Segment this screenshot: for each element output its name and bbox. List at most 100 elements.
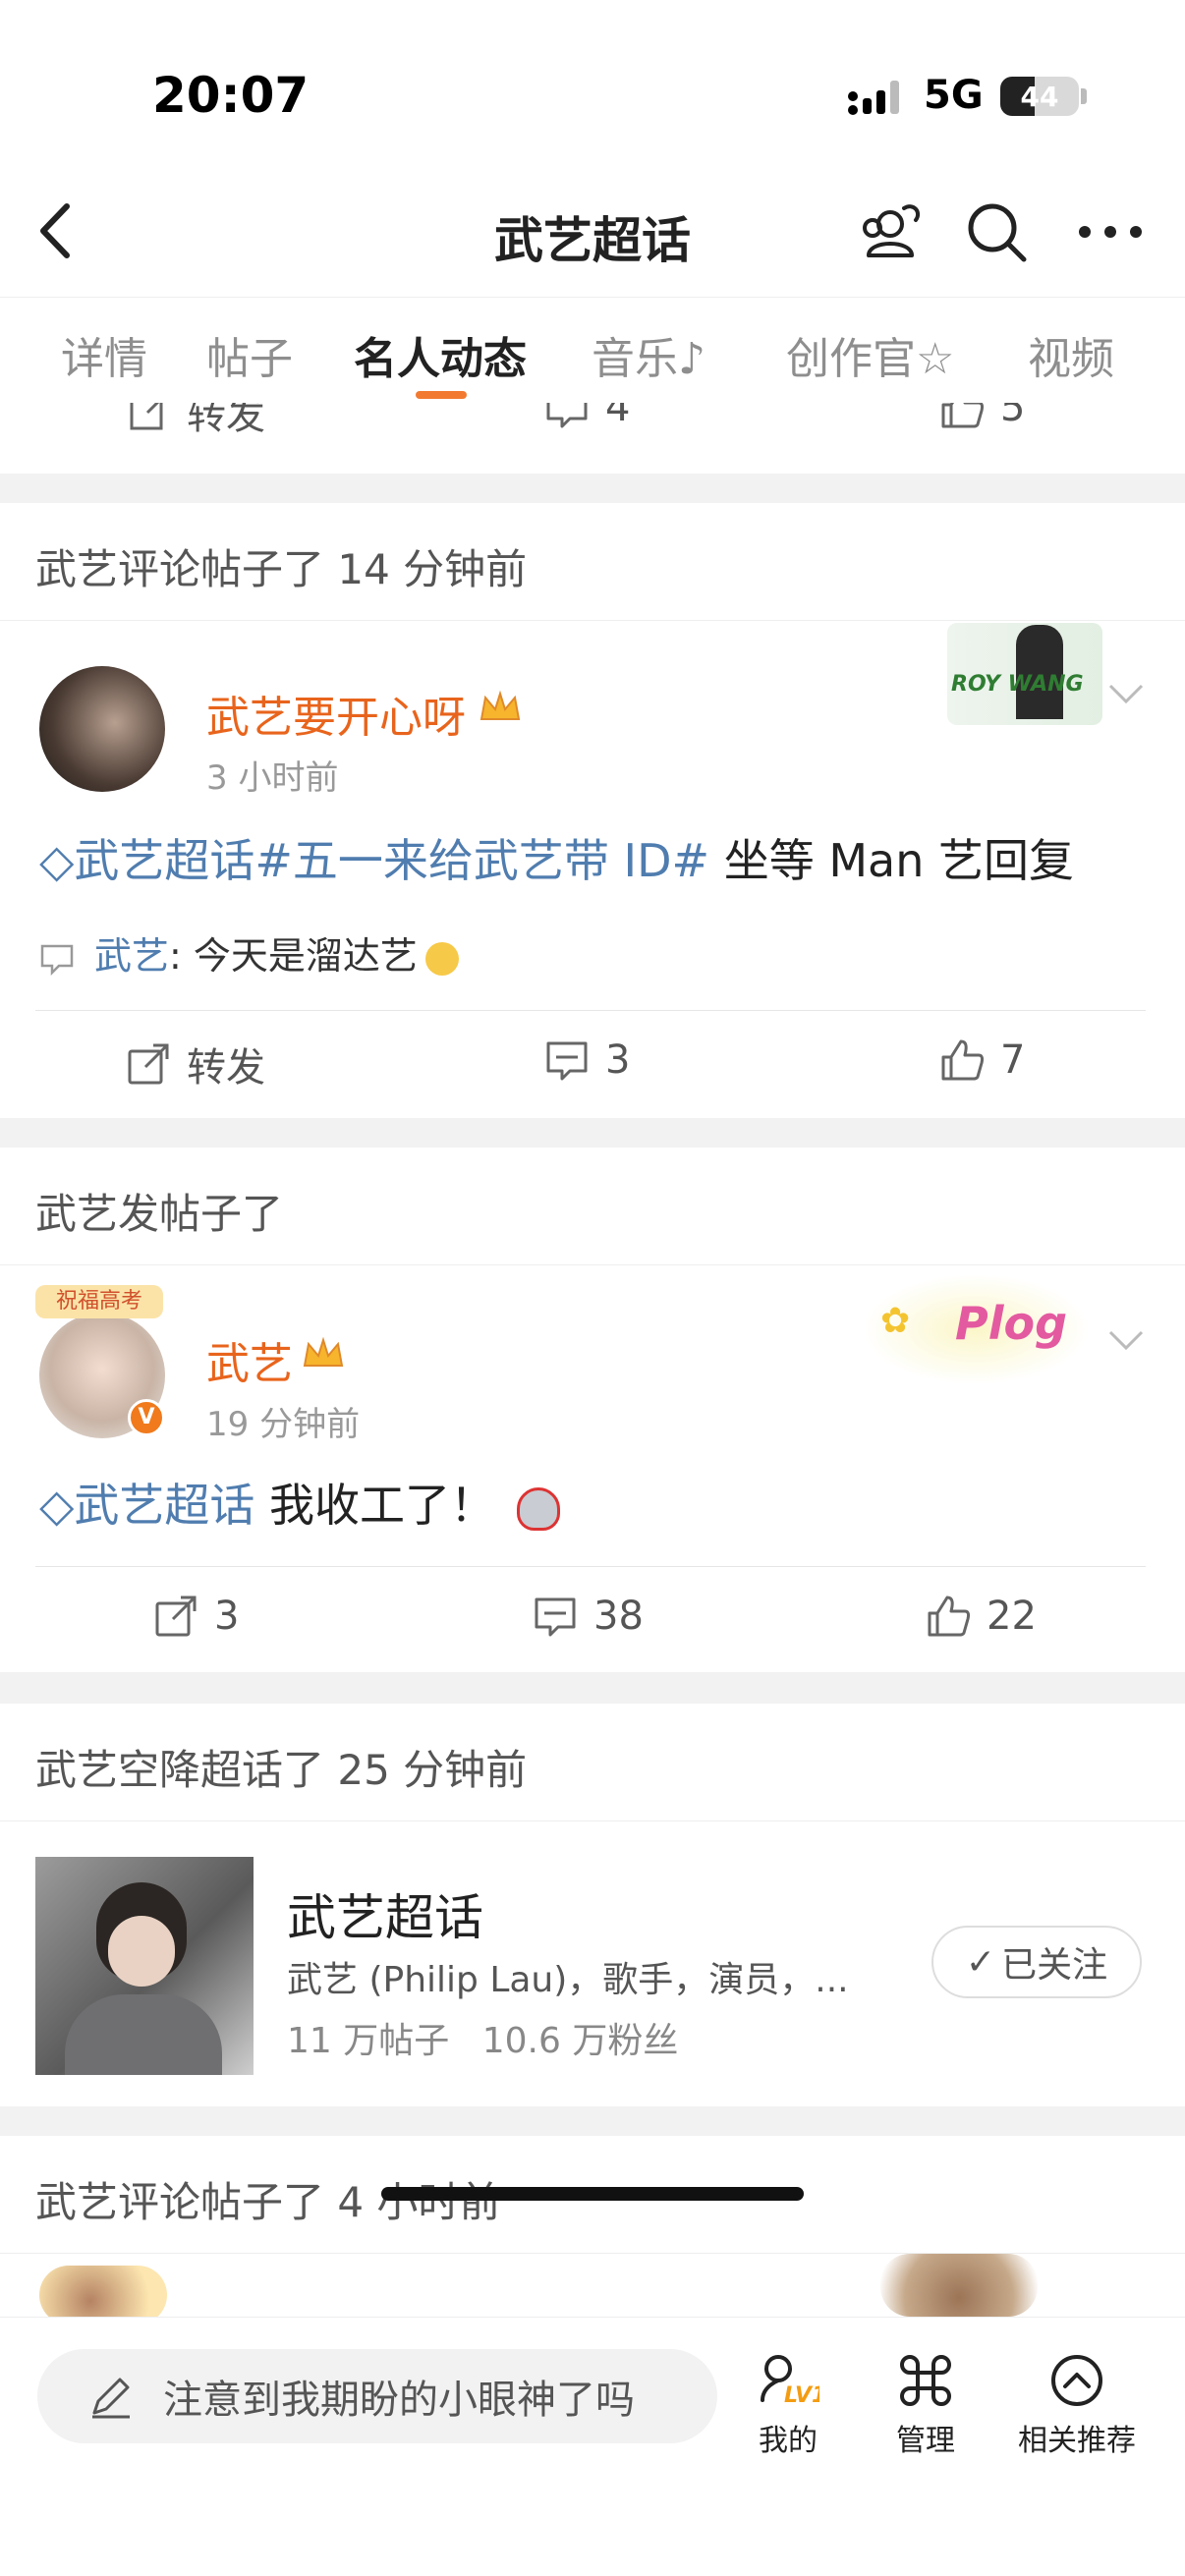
nav-recommend[interactable]: 相关推荐: [1018, 2351, 1136, 2459]
emoji-icon: [424, 941, 459, 976]
profile-level-icon: LV1: [761, 2355, 819, 2408]
compose-placeholder: 注意到我期盼的小眼神了吗: [163, 2378, 635, 2423]
post-time: 3 小时前: [206, 758, 339, 798]
card-badge: ✿ Plog: [865, 1275, 1087, 1383]
search-icon[interactable]: [959, 195, 1034, 269]
like-button[interactable]: 22: [924, 1592, 1037, 1641]
comment-count: 4: [605, 403, 631, 430]
follow-label: 已关注: [1001, 1945, 1108, 1986]
post-time: 19 分钟前: [206, 1405, 361, 1444]
tab-creator-label: 创作官: [786, 334, 916, 384]
comment-button[interactable]: 38: [531, 1592, 644, 1641]
post-username[interactable]: 武艺: [206, 1328, 293, 1391]
post-card[interactable]: [0, 2254, 1185, 2317]
status-bar: 20:07 5G 44: [0, 0, 1185, 167]
nav-manage-label: 管理: [896, 2424, 955, 2458]
crown-icon: [303, 1336, 344, 1367]
chevron-down-icon[interactable]: [1106, 682, 1146, 705]
repost-label: 转发: [187, 403, 265, 438]
post-username[interactable]: 武艺要开心呀: [206, 682, 466, 745]
top-nav: 武艺超话: [0, 167, 1185, 297]
tab-music-label: 音乐: [592, 334, 678, 384]
tab-details[interactable]: 详情: [61, 323, 147, 386]
pencil-icon: [92, 2378, 130, 2419]
crown-icon: [480, 690, 521, 720]
comment-user[interactable]: 武艺: [94, 934, 169, 978]
tab-posts[interactable]: 帖子: [206, 323, 293, 386]
comment-text: : 今天是溜达艺: [169, 934, 418, 978]
feed-section-header: 武艺空降超话了 25 分钟前: [0, 1704, 1185, 1821]
battery-icon: 44: [1000, 77, 1079, 116]
repost-button[interactable]: 3: [151, 1592, 239, 1641]
post-card[interactable]: 祝福高考 V 武艺 19 分钟前 ✿ Plog ◇武艺超话 我收工了！ 3 38…: [0, 1265, 1185, 1672]
section-title: 武艺发帖子了: [35, 1190, 284, 1238]
comment-button[interactable]: 4: [542, 403, 630, 432]
verified-icon: V: [128, 1399, 165, 1436]
fan-count: 10.6 万粉丝: [481, 2021, 679, 2061]
music-note-icon: ♪: [678, 334, 706, 384]
repost-count: 3: [214, 1594, 240, 1639]
feed-section-header: 武艺发帖子了: [0, 1148, 1185, 1265]
comment-button[interactable]: 3: [542, 1036, 630, 1085]
repost-icon: [128, 1043, 169, 1085]
repost-button[interactable]: 转发: [124, 403, 265, 440]
like-icon: [928, 1596, 971, 1637]
supertopic-name[interactable]: 武艺超话: [287, 1878, 483, 1949]
prev-post-actions: 转发 4 5: [0, 403, 1185, 474]
supertopic-thumbnail[interactable]: [35, 1857, 254, 2075]
chevron-up-circle-icon: [1051, 2355, 1102, 2406]
avatar[interactable]: [39, 666, 165, 792]
chevron-down-icon[interactable]: [1106, 1328, 1146, 1352]
repost-button[interactable]: 转发: [124, 1036, 265, 1092]
home-indicator: [381, 2187, 804, 2201]
supertopic-icon: ◇: [39, 1479, 75, 1532]
supertopic-description: 武艺 (Philip Lau)，歌手，演员，...: [287, 1960, 849, 2000]
card-badge: ROY WANG: [947, 623, 1102, 725]
like-count: 7: [1000, 1037, 1026, 1083]
status-time: 20:07: [152, 67, 310, 124]
tab-creator[interactable]: 创作官☆: [786, 323, 954, 386]
badge-text: ROY WANG: [951, 672, 1084, 697]
bottom-bar: 注意到我期盼的小眼神了吗 LV1 我的 管理 相关推荐: [0, 2317, 1185, 2576]
post-count: 11 万帖子: [287, 2021, 450, 2061]
section-title: 武艺空降超话了 25 分钟前: [35, 1746, 528, 1794]
network-type: 5G: [924, 73, 984, 118]
ultraman-emoji-icon: [517, 1486, 561, 1531]
repost-label: 转发: [187, 1045, 265, 1091]
supertopic-stats: 11 万帖子 10.6 万粉丝: [287, 2012, 678, 2063]
comment-count: 38: [593, 1594, 644, 1639]
topic-link[interactable]: 武艺超话#五一来给武艺带 ID#: [74, 834, 709, 887]
post-card[interactable]: 武艺要开心呀 3 小时前 ROY WANG ◇武艺超话#五一来给武艺带 ID# …: [0, 621, 1185, 1118]
topic-link[interactable]: 武艺超话: [74, 1479, 254, 1532]
flower-icon: ✿: [880, 1301, 911, 1341]
compose-input[interactable]: 注意到我期盼的小眼神了吗: [37, 2349, 717, 2443]
more-icon[interactable]: [1073, 195, 1148, 269]
like-count: 22: [987, 1594, 1037, 1639]
battery-level: 44: [1020, 81, 1059, 113]
signal-icon: [848, 81, 899, 115]
like-button[interactable]: 5: [937, 403, 1025, 432]
like-icon: [941, 1039, 985, 1081]
members-icon[interactable]: [853, 195, 928, 269]
like-icon: [941, 403, 985, 428]
tab-celebrity[interactable]: 名人动态: [354, 323, 527, 386]
section-title: 武艺评论帖子了 14 分钟前: [35, 545, 528, 593]
tab-video[interactable]: 视频: [1028, 323, 1114, 386]
card-badge: [880, 2254, 1038, 2317]
repost-icon: [130, 403, 163, 430]
post-text: 我收工了！: [254, 1479, 496, 1532]
command-icon: [900, 2355, 951, 2406]
repost-icon: [155, 1596, 197, 1637]
follow-button[interactable]: ✓ 已关注: [931, 1926, 1142, 1998]
level-badge: LV1: [784, 2383, 819, 2408]
nav-mine[interactable]: LV1 我的: [757, 2351, 819, 2459]
comment-icon: [546, 1041, 588, 1081]
comment-icon: [546, 403, 588, 428]
like-button[interactable]: 7: [937, 1036, 1025, 1085]
comment-icon: [535, 1597, 576, 1637]
tab-music[interactable]: 音乐♪: [592, 323, 705, 386]
badge-text: Plog: [955, 1297, 1068, 1350]
nav-manage[interactable]: 管理: [894, 2351, 957, 2459]
check-icon: ✓: [965, 1941, 996, 1983]
featured-comment[interactable]: 武艺: 今天是溜达艺: [39, 925, 459, 980]
